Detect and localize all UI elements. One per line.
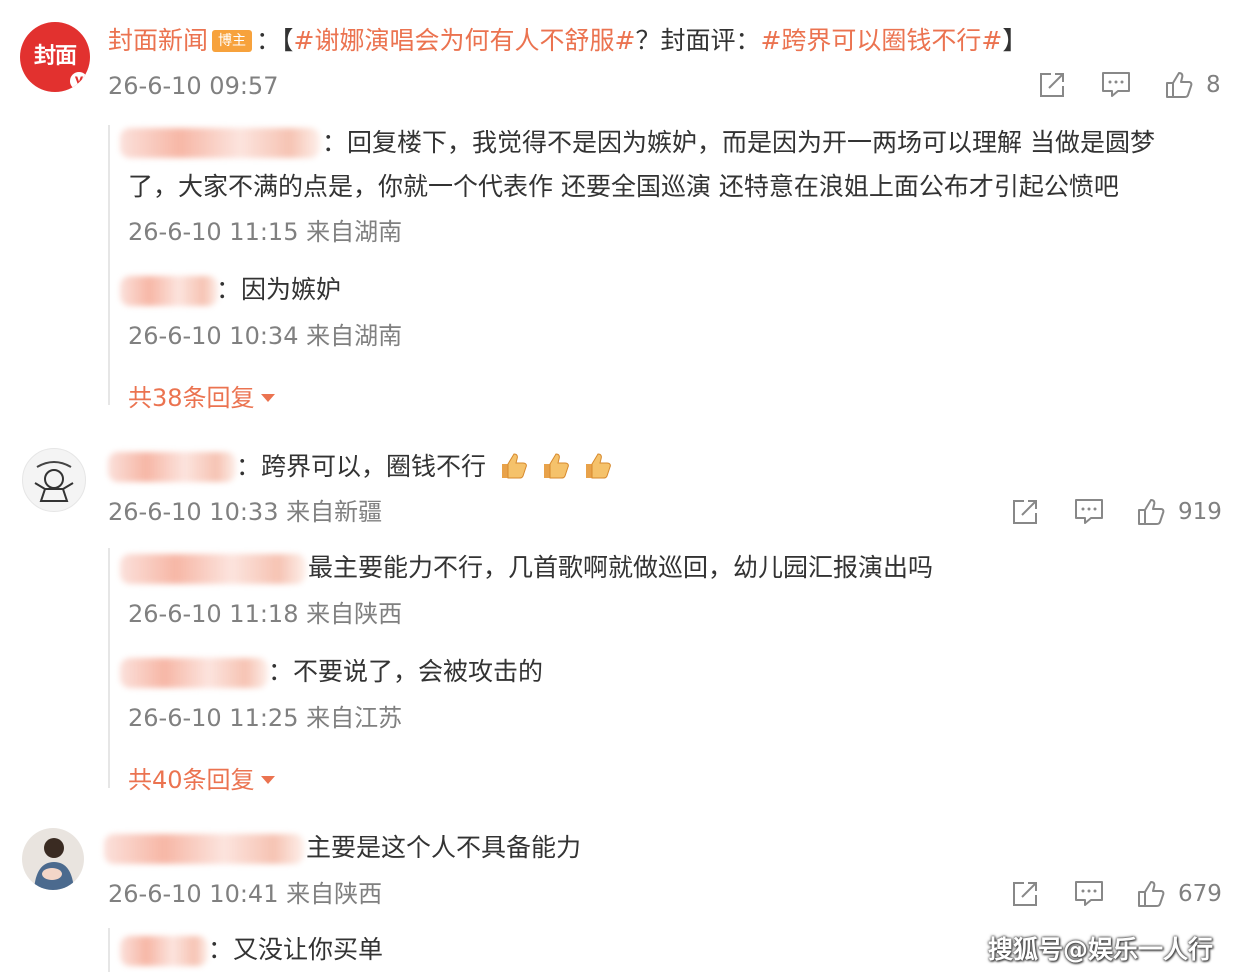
like-icon	[1166, 72, 1193, 98]
avatar[interactable]	[22, 828, 84, 890]
reply-timestamp: 26-6-10 10:34 来自湖南	[128, 322, 403, 350]
avatar-logo-text: 封面	[33, 44, 77, 69]
more-replies-label: 共40条回复	[128, 766, 255, 794]
photo-avatar-icon	[34, 838, 74, 890]
comment-like-button[interactable]: 919	[1136, 497, 1222, 527]
topic-link-2[interactable]: #跨界可以圈钱不行#	[760, 26, 1002, 55]
post-comment-button[interactable]	[1100, 70, 1132, 100]
cartoon-avatar-icon	[34, 461, 74, 502]
reply-text-line2: 了，大家不满的点是，你就一个代表作 还要全国巡演 还特意在浪姐上面公布才引起公愤…	[128, 172, 1119, 201]
reply-timestamp: 26-6-10 11:15 来自湖南	[128, 218, 403, 246]
like-icon	[1138, 499, 1165, 525]
comment-timestamp: 26-6-10 10:41 来自陕西	[108, 880, 383, 908]
comment-timestamp: 26-6-10 10:33 来自新疆	[108, 498, 383, 526]
post-like-button[interactable]: 8	[1164, 70, 1221, 100]
comment-like-count: 679	[1178, 881, 1222, 907]
watermark: 搜狐号@娱乐一人行	[988, 935, 1214, 964]
bracket-close: 】	[1002, 26, 1028, 55]
reply-timestamp: 26-6-10 11:18 来自陕西	[128, 600, 403, 628]
comment-text-body: ：跨界可以，圈钱不行	[236, 452, 487, 481]
comment-text: 主要是这个人不具备能力	[306, 833, 582, 862]
more-replies-link[interactable]: 共40条回复	[128, 760, 275, 795]
blurred-username	[120, 936, 208, 966]
reply-timestamp: 26-6-10 11:25 来自江苏	[128, 704, 403, 732]
comment-reply-button[interactable]	[1073, 497, 1105, 527]
post-mid-text: ？封面评：	[635, 26, 761, 55]
thumbs-up-emoji	[543, 453, 569, 479]
reply-text: ：又没让你买单	[208, 935, 384, 964]
reply-text: 最主要能力不行，几首歌啊就做巡回，幼儿园汇报演出吗	[308, 553, 934, 582]
comment-share-button[interactable]	[1010, 879, 1040, 909]
post-content: 封面新闻 博主 ：【#谢娜演唱会为何有人不舒服#？封面评：#跨界可以圈钱不行#】	[108, 24, 1027, 58]
blurred-username	[120, 554, 306, 584]
comment-icon	[1075, 499, 1103, 524]
author-avatar[interactable]: 封面 v	[20, 22, 90, 92]
chevron-down-icon	[260, 775, 275, 784]
like-icon	[1138, 881, 1165, 907]
more-replies-label: 共38条回复	[128, 384, 255, 412]
comment-share-button[interactable]	[1010, 497, 1040, 527]
post-like-count: 8	[1206, 72, 1221, 98]
share-icon	[1013, 882, 1037, 906]
blurred-username	[120, 276, 218, 306]
comment-icon	[1075, 881, 1103, 906]
share-icon	[1013, 500, 1037, 524]
reply-divider	[108, 928, 110, 972]
blurred-username	[120, 128, 320, 158]
post-colon: ：	[256, 26, 282, 55]
share-icon	[1040, 73, 1064, 97]
reply-text: ：因为嫉妒	[216, 275, 342, 304]
reply-text: ：不要说了，会被攻击的	[268, 657, 544, 686]
reply-divider	[108, 548, 110, 788]
topic-link-1[interactable]: #谢娜演唱会为何有人不舒服#	[294, 26, 636, 55]
post-share-button[interactable]	[1037, 70, 1067, 100]
comment-text: ：跨界可以，圈钱不行	[236, 450, 612, 484]
comment-reply-button[interactable]	[1073, 879, 1105, 909]
reply-text-line1: ：回复楼下，我觉得不是因为嫉妒，而是因为开一两场可以理解 当做是圆梦	[322, 128, 1155, 157]
thumbs-up-emoji	[501, 453, 527, 479]
avatar[interactable]	[22, 448, 86, 512]
blurred-username	[120, 658, 268, 688]
bracket-open: 【	[281, 26, 294, 55]
thumbs-up-emoji	[585, 453, 611, 479]
post-timestamp: 26-6-10 09:57	[108, 72, 279, 100]
more-replies-link[interactable]: 共38条回复	[128, 378, 275, 413]
comment-like-button[interactable]: 679	[1136, 879, 1222, 909]
comment-like-count: 919	[1178, 499, 1222, 525]
author-name[interactable]: 封面新闻	[108, 26, 208, 55]
comment-icon	[1102, 72, 1130, 97]
chevron-down-icon	[260, 393, 275, 402]
reply-divider	[108, 125, 110, 405]
author-badge: 博主	[212, 30, 253, 52]
verified-icon: v	[70, 72, 88, 90]
blurred-username	[108, 452, 236, 482]
blurred-username	[104, 834, 304, 864]
